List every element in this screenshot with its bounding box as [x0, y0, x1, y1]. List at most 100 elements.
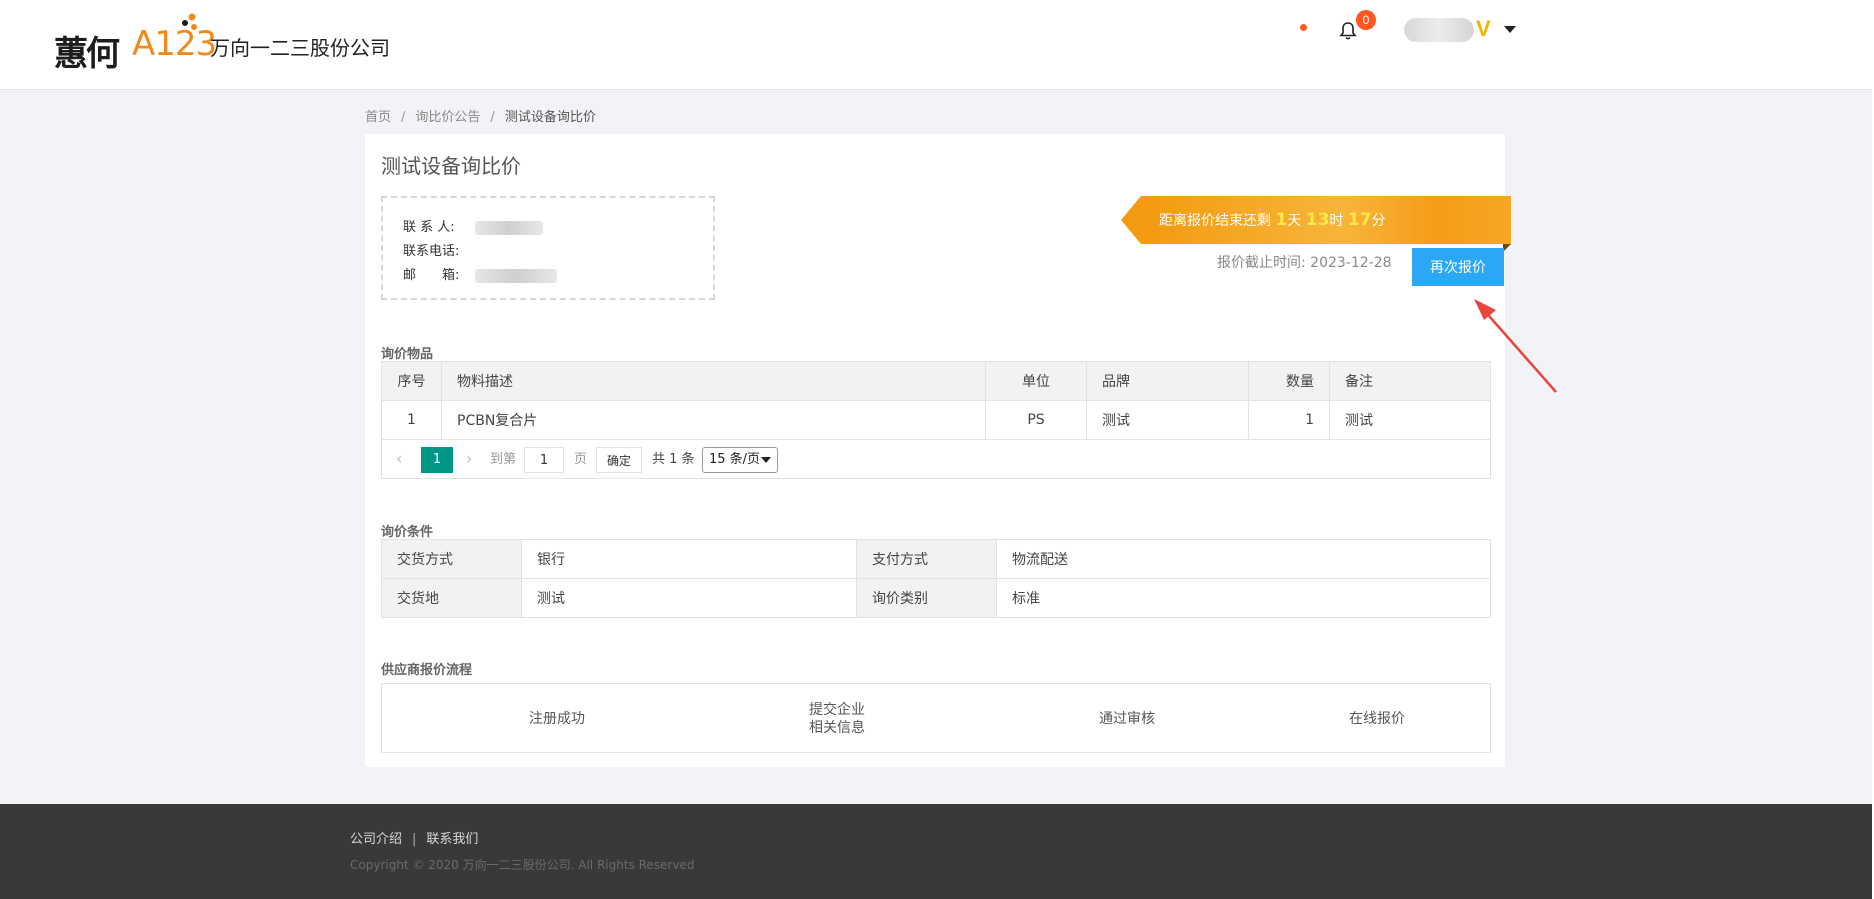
countdown-text: 距离报价结束还剩 1天 13时 17分 [1141, 196, 1511, 244]
countdown-prefix: 距离报价结束还剩 [1159, 213, 1271, 229]
goto-confirm-button[interactable]: 确定 [596, 447, 642, 473]
column-header: 单位 [985, 361, 1087, 401]
logo-dots-icon [182, 13, 197, 30]
column-header: 备注 [1329, 361, 1491, 401]
chevron-down-icon[interactable] [1504, 26, 1516, 33]
user-avatar-blurred[interactable] [1404, 18, 1474, 42]
table-cell: 测试 [1086, 400, 1249, 440]
flow-step: 注册成功 [442, 684, 672, 754]
breadcrumb: 首页 / 询比价公告 / 测试设备询比价 [365, 106, 596, 125]
page-size-select[interactable]: 15 条/页 [702, 447, 778, 473]
goto-label: 到第 [490, 452, 517, 467]
column-header: 物料描述 [441, 361, 986, 401]
quote-deadline: 报价截止时间: 2023-12-28 [1217, 252, 1392, 272]
notification-badge: 0 [1356, 10, 1376, 30]
footer-link-contact[interactable]: 联系我们 [426, 832, 478, 847]
items-table-header: 序号 物料描述 单位 品牌 数量 备注 [381, 361, 1491, 401]
condition-value: 银行 [521, 539, 857, 579]
column-header: 数量 [1248, 361, 1330, 401]
condition-key: 交货地 [381, 578, 522, 618]
total-count: 共 1 条 [652, 452, 695, 467]
breadcrumb-home[interactable]: 首页 [365, 106, 391, 125]
footer-links: 公司介绍 | 联系我们 [350, 828, 478, 847]
table-cell: 1 [381, 400, 442, 440]
goto-page-input[interactable]: 1 [524, 447, 564, 473]
current-page[interactable]: 1 [421, 447, 453, 473]
table-row: 1 PCBN复合片 PS 测试 1 测试 [381, 400, 1491, 440]
countdown-fold [1503, 244, 1511, 252]
countdown-days: 1 [1275, 210, 1288, 230]
copyright-text: Copyright © 2020 万向一二三股份公司. All Rights R… [350, 858, 695, 872]
contact-phone-label: 联系电话: [403, 244, 460, 259]
conditions-table: 交货方式 银行 支付方式 物流配送 交货地 测试 询价类别 标准 [381, 539, 1491, 618]
flow-step: 在线报价 [1262, 684, 1492, 754]
prev-page-button[interactable]: ‹ [396, 447, 402, 471]
flow-step-label: 提交企业 [809, 702, 865, 718]
company-logo[interactable]: 蕙何 A123 万向一二三股份公司 [54, 12, 414, 74]
deadline-value: 2023-12-28 [1310, 255, 1392, 271]
flow-section-title: 供应商报价流程 [381, 663, 473, 678]
items-table: 序号 物料描述 单位 品牌 数量 备注 1 PCBN复合片 PS 测试 1 测试 [381, 361, 1491, 440]
items-pagination: ‹ 1 › 到第 1 页 确定 共 1 条 15 条/页 [381, 439, 1491, 479]
condition-key: 询价类别 [856, 578, 997, 618]
countdown-hours: 13 [1305, 210, 1330, 230]
flow-step-label: 注册成功 [529, 711, 585, 727]
table-row: 交货方式 银行 支付方式 物流配送 [381, 539, 1491, 579]
countdown-banner: 距离报价结束还剩 1天 13时 17分 [1121, 196, 1511, 252]
countdown-days-unit: 天 [1287, 213, 1302, 229]
breadcrumb-notice[interactable]: 询比价公告 [415, 106, 480, 125]
conditions-section-title: 询价条件 [381, 525, 434, 540]
condition-value: 物流配送 [996, 539, 1491, 579]
next-page-button[interactable]: › [466, 447, 472, 471]
countdown-tip [1121, 196, 1141, 244]
annotation-arrow-icon [1474, 299, 1557, 393]
condition-key: 交货方式 [381, 539, 522, 579]
column-header: 序号 [381, 361, 442, 401]
inquiry-detail-card: 测试设备询比价 联 系 人: 联系电话: 邮 箱: 距离报价结束还剩 1天 13… [365, 134, 1511, 767]
countdown-minutes: 17 [1347, 210, 1372, 230]
column-header: 品牌 [1086, 361, 1249, 401]
status-dot [1300, 24, 1307, 31]
condition-value: 测试 [521, 578, 857, 618]
contact-email-row: 邮 箱: [403, 264, 693, 288]
bell-icon[interactable] [1338, 20, 1358, 42]
contact-email-value-blurred [475, 269, 557, 283]
top-header: 蕙何 A123 万向一二三股份公司 0 V [0, 0, 1872, 90]
contact-email-label: 邮 箱: [403, 268, 460, 283]
contact-phone-row: 联系电话: [403, 240, 693, 264]
countdown-hours-unit: 时 [1329, 213, 1344, 229]
countdown-minutes-unit: 分 [1371, 213, 1386, 229]
requote-button[interactable]: 再次报价 [1412, 248, 1504, 286]
vip-badge: V [1476, 16, 1491, 41]
table-cell: 测试 [1329, 400, 1491, 440]
deadline-label: 报价截止时间: [1217, 255, 1306, 271]
contact-info-box: 联 系 人: 联系电话: 邮 箱: [381, 196, 715, 300]
footer-link-about[interactable]: 公司介绍 [350, 832, 402, 847]
breadcrumb-current: 测试设备询比价 [504, 110, 596, 125]
contact-person-value-blurred [475, 221, 543, 235]
table-cell: PCBN复合片 [441, 400, 986, 440]
table-row: 交货地 测试 询价类别 标准 [381, 578, 1491, 618]
flow-step-label: 通过审核 [1099, 711, 1155, 727]
page-footer: 公司介绍 | 联系我们 Copyright © 2020 万向一二三股份公司. Al… [0, 804, 1872, 899]
flow-step-label: 相关信息 [809, 720, 865, 736]
items-section-title: 询价物品 [381, 347, 434, 362]
flow-step: 通过审核 [992, 684, 1262, 754]
logo-mark: 蕙何 [54, 34, 120, 74]
page-unit-label: 页 [574, 452, 588, 467]
table-cell: PS [985, 400, 1087, 440]
logo-number: A123 [132, 24, 217, 64]
breadcrumb-separator: / [401, 110, 406, 125]
company-name: 万向一二三股份公司 [210, 36, 390, 60]
flow-step: 提交企业 相关信息 [722, 684, 952, 754]
page-title: 测试设备询比价 [381, 154, 521, 178]
quote-flow: 注册成功 提交企业 相关信息 通过审核 在线报价 [381, 683, 1491, 753]
condition-value: 标准 [996, 578, 1491, 618]
flow-step-label: 在线报价 [1349, 711, 1405, 727]
footer-separator: | [412, 832, 417, 847]
condition-key: 支付方式 [856, 539, 997, 579]
table-cell: 1 [1248, 400, 1330, 440]
contact-person-label: 联 系 人: [403, 220, 455, 235]
contact-person-row: 联 系 人: [403, 216, 693, 240]
breadcrumb-separator: / [490, 110, 495, 125]
